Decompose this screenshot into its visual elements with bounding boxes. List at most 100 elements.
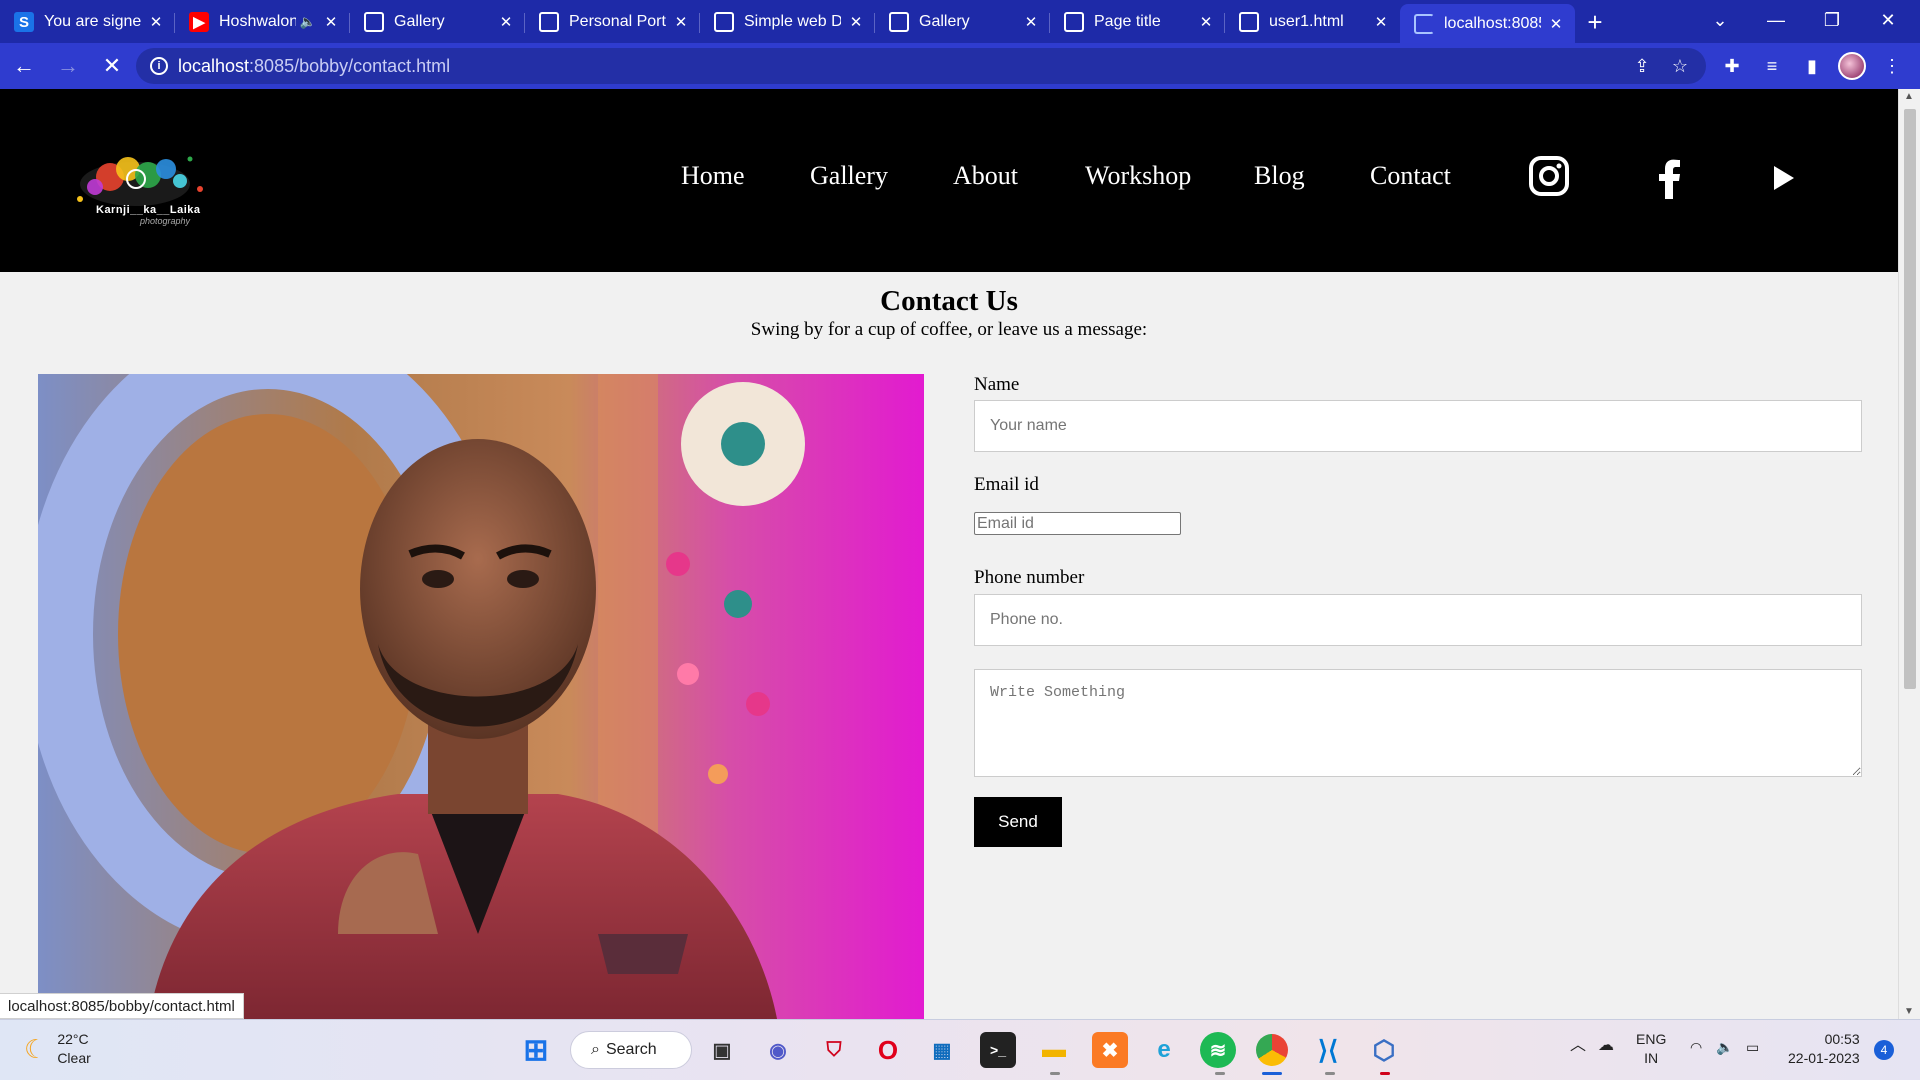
email-field[interactable] bbox=[974, 512, 1181, 535]
scrollbar-thumb[interactable] bbox=[1904, 109, 1916, 689]
globe-icon bbox=[539, 12, 559, 32]
chevron-up-icon[interactable]: ︿ bbox=[1570, 1036, 1586, 1055]
scroll-down-icon[interactable]: ▼ bbox=[1904, 1006, 1914, 1017]
profile-avatar[interactable] bbox=[1832, 46, 1872, 86]
nav-home[interactable]: Home bbox=[681, 161, 745, 191]
new-tab-button[interactable]: + bbox=[1575, 4, 1615, 40]
tab-title: Simple web Design bbox=[744, 13, 841, 30]
running-indicator bbox=[1215, 1072, 1225, 1075]
youtube-play-icon[interactable] bbox=[1772, 165, 1796, 191]
moon-icon: ☾ bbox=[24, 1033, 48, 1064]
speaker-icon[interactable]: 🔈 bbox=[300, 14, 316, 30]
browser-tab[interactable]: ▶ Hoshwalon Ko Khabar 🔈 ✕ bbox=[175, 4, 350, 40]
close-icon[interactable]: ✕ bbox=[1022, 13, 1040, 31]
minimize-button[interactable]: — bbox=[1748, 0, 1804, 40]
send-button[interactable]: Send bbox=[974, 797, 1062, 847]
search-icon: ⌕ bbox=[591, 1041, 600, 1058]
url-path: :8085/bobby/contact.html bbox=[249, 55, 451, 76]
portrait-photo bbox=[38, 374, 924, 1019]
browser-tab[interactable]: Page title ✕ bbox=[1050, 4, 1225, 40]
nav-workshop[interactable]: Workshop bbox=[1085, 161, 1191, 191]
tab-title: You are signed in bbox=[44, 13, 141, 30]
close-icon[interactable]: ✕ bbox=[497, 13, 515, 31]
tab-search-icon[interactable]: ⌄ bbox=[1692, 0, 1748, 40]
task-view-icon[interactable]: ▣ bbox=[704, 1032, 740, 1068]
opera-icon[interactable]: O bbox=[870, 1032, 906, 1068]
volume-icon[interactable]: 🔈 bbox=[1716, 1038, 1733, 1057]
globe-icon bbox=[889, 12, 909, 32]
clock[interactable]: 00:53 22-01-2023 bbox=[1788, 1030, 1860, 1068]
page-scrollbar[interactable]: ▲ ▼ bbox=[1898, 89, 1920, 1019]
teams-chat-icon[interactable]: ◉ bbox=[760, 1032, 796, 1068]
browser-tab[interactable]: S You are signed in ✕ bbox=[0, 4, 175, 40]
tab-title: localhost:8085/bobby/contact.html bbox=[1444, 14, 1541, 32]
taskbar-search[interactable]: ⌕ Search bbox=[570, 1031, 692, 1069]
tab-title: Page title bbox=[1094, 13, 1161, 30]
phone-input[interactable] bbox=[974, 594, 1862, 646]
notification-badge[interactable]: 4 bbox=[1874, 1040, 1894, 1060]
virtualbox-icon[interactable]: ⬡ bbox=[1366, 1032, 1402, 1068]
name-input[interactable] bbox=[974, 400, 1862, 452]
active-app-indicator bbox=[1262, 1072, 1282, 1075]
file-explorer-icon[interactable]: ▬ bbox=[1036, 1032, 1072, 1068]
close-icon[interactable]: ✕ bbox=[1372, 13, 1390, 31]
windows-taskbar: ☾ 22°C Clear ⊞ ⌕ Search ▣ ◉ ⛉ O ▦ >_ ▬ ✖… bbox=[0, 1019, 1920, 1080]
browser-tab-active[interactable]: localhost:8085/bobby/contact.html ✕ bbox=[1400, 4, 1575, 43]
language-code: ENG bbox=[1636, 1031, 1667, 1047]
bookmark-star-icon[interactable]: ☆ bbox=[1662, 48, 1698, 84]
nav-about[interactable]: About bbox=[953, 161, 1018, 191]
windows-start-icon[interactable]: ⊞ bbox=[518, 1032, 554, 1068]
browser-tab[interactable]: Gallery ✕ bbox=[350, 4, 525, 40]
back-button[interactable]: ← bbox=[4, 46, 44, 86]
message-textarea[interactable] bbox=[974, 669, 1862, 777]
close-icon[interactable]: ✕ bbox=[847, 13, 865, 31]
terminal-icon[interactable]: >_ bbox=[980, 1032, 1016, 1068]
chrome-icon[interactable] bbox=[1256, 1034, 1288, 1066]
browser-menu-icon[interactable]: ⋮ bbox=[1872, 46, 1912, 86]
share-icon[interactable]: ⇪ bbox=[1624, 48, 1660, 84]
browser-tab-strip: S You are signed in ✕ ▶ Hoshwalon Ko Kha… bbox=[0, 0, 1920, 43]
page-viewport: Karnji__ka__Laika photography Home Galle… bbox=[0, 89, 1898, 1019]
close-icon[interactable]: ✕ bbox=[672, 13, 690, 31]
instagram-icon[interactable] bbox=[1528, 155, 1570, 197]
running-indicator bbox=[1380, 1072, 1390, 1075]
tab-title: Gallery bbox=[919, 13, 970, 30]
site-info-icon[interactable]: i bbox=[150, 57, 168, 75]
browser-tab[interactable]: Simple web Design ✕ bbox=[700, 4, 875, 40]
vscode-icon[interactable]: ⟩⟨ bbox=[1310, 1032, 1346, 1068]
browser-tab[interactable]: Personal Portfolio ✕ bbox=[525, 4, 700, 40]
facebook-icon[interactable] bbox=[1656, 159, 1682, 199]
browser-tab[interactable]: Gallery ✕ bbox=[875, 4, 1050, 40]
xampp-icon[interactable]: ✖ bbox=[1092, 1032, 1128, 1068]
nav-gallery[interactable]: Gallery bbox=[810, 161, 888, 191]
weather-widget[interactable]: ☾ 22°C Clear bbox=[24, 1030, 91, 1068]
forward-button[interactable]: → bbox=[48, 46, 88, 86]
search-label: Search bbox=[605, 1041, 657, 1058]
onedrive-icon[interactable]: ☁ bbox=[1598, 1036, 1614, 1055]
restore-button[interactable]: ❐ bbox=[1804, 0, 1860, 40]
media-controls-icon[interactable]: ≡ bbox=[1752, 46, 1792, 86]
spotify-icon[interactable]: ≋ bbox=[1200, 1032, 1236, 1068]
nav-blog[interactable]: Blog bbox=[1254, 161, 1305, 191]
microsoft-store-icon[interactable]: ▦ bbox=[924, 1032, 960, 1068]
language-indicator[interactable]: ENG IN bbox=[1636, 1030, 1666, 1068]
edge-icon[interactable]: e bbox=[1146, 1032, 1182, 1068]
close-icon[interactable]: ✕ bbox=[1197, 13, 1215, 31]
tab-title: Gallery bbox=[394, 13, 445, 30]
tab-title: Hoshwalon Ko Khabar bbox=[219, 13, 296, 30]
browser-tab[interactable]: user1.html ✕ bbox=[1225, 4, 1400, 40]
close-window-button[interactable]: ✕ bbox=[1860, 0, 1916, 40]
stop-loading-button[interactable]: ✕ bbox=[92, 46, 132, 86]
mcafee-icon[interactable]: ⛉ bbox=[816, 1032, 852, 1068]
close-icon[interactable]: ✕ bbox=[322, 13, 340, 31]
globe-icon bbox=[1064, 12, 1084, 32]
address-bar[interactable]: i localhost:8085/bobby/contact.html ⇪ ☆ bbox=[136, 48, 1706, 84]
extensions-icon[interactable]: ✚ bbox=[1712, 46, 1752, 86]
battery-icon[interactable]: ▭ bbox=[1746, 1038, 1759, 1057]
wifi-icon[interactable]: ◠ bbox=[1690, 1038, 1702, 1057]
side-panel-icon[interactable]: ▮ bbox=[1792, 46, 1832, 86]
scroll-up-icon[interactable]: ▲ bbox=[1904, 91, 1914, 102]
close-icon[interactable]: ✕ bbox=[147, 13, 165, 31]
close-icon[interactable]: ✕ bbox=[1547, 15, 1565, 33]
nav-contact[interactable]: Contact bbox=[1370, 161, 1451, 191]
